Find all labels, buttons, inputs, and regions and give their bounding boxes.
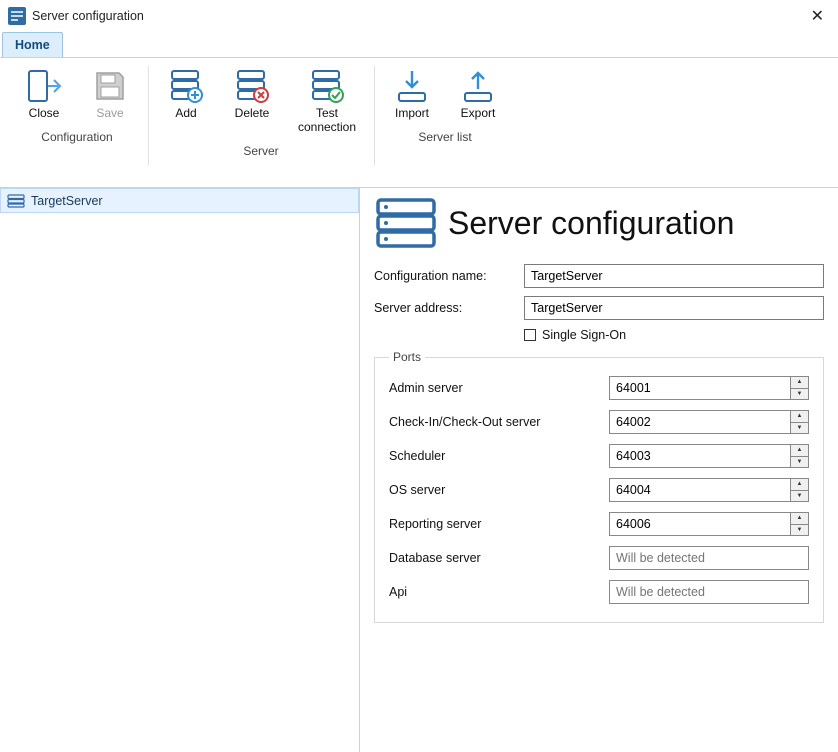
port-input-wrapper: ▲▼ xyxy=(609,512,809,536)
port-input[interactable] xyxy=(610,479,790,501)
import-icon xyxy=(393,67,431,105)
import-label: Import xyxy=(395,107,429,121)
ribbon-group-configuration: Close Save Configuration xyxy=(6,62,148,187)
ribbon-group-server-list: Import Export Server list xyxy=(374,62,516,187)
port-row: OS server ▲▼ xyxy=(389,478,809,502)
port-input[interactable] xyxy=(610,377,790,399)
chevron-down-icon[interactable]: ▼ xyxy=(791,457,808,468)
export-button[interactable]: Export xyxy=(448,62,508,126)
port-row: Reporting server ▲▼ xyxy=(389,512,809,536)
add-button[interactable]: Add xyxy=(156,62,216,126)
chevron-down-icon[interactable]: ▼ xyxy=(791,525,808,536)
sso-label: Single Sign-On xyxy=(542,328,626,342)
chevron-up-icon[interactable]: ▲ xyxy=(791,411,808,423)
server-list: TargetServer xyxy=(0,188,360,752)
add-label: Add xyxy=(175,107,196,121)
test-connection-button[interactable]: Test connection xyxy=(288,62,366,140)
port-input xyxy=(610,581,790,603)
chevron-down-icon[interactable]: ▼ xyxy=(791,491,808,502)
spinner-buttons[interactable]: ▲▼ xyxy=(790,377,808,399)
port-input-wrapper: ▲▼ xyxy=(609,478,809,502)
chevron-up-icon[interactable]: ▲ xyxy=(791,445,808,457)
export-icon xyxy=(459,67,497,105)
port-input-wrapper: ▲▼ xyxy=(609,546,809,570)
spinner-buttons[interactable]: ▲▼ xyxy=(790,445,808,467)
close-label: Close xyxy=(29,107,60,121)
delete-button[interactable]: Delete xyxy=(222,62,282,126)
port-input xyxy=(610,547,790,569)
port-row: Check-In/Check-Out server ▲▼ xyxy=(389,410,809,434)
port-input-wrapper: ▲▼ xyxy=(609,444,809,468)
chevron-up-icon[interactable]: ▲ xyxy=(791,479,808,491)
chevron-down-icon[interactable]: ▼ xyxy=(791,423,808,434)
port-label: Reporting server xyxy=(389,517,609,531)
chevron-down-icon[interactable]: ▼ xyxy=(791,389,808,400)
server-add-icon xyxy=(167,67,205,105)
chevron-up-icon[interactable]: ▲ xyxy=(791,513,808,525)
spinner-buttons[interactable]: ▲▼ xyxy=(790,411,808,433)
server-addr-input[interactable] xyxy=(524,296,824,320)
chevron-up-icon[interactable]: ▲ xyxy=(791,377,808,389)
close-icon[interactable]: ✕ xyxy=(801,2,834,30)
close-button[interactable]: Close xyxy=(14,62,74,126)
port-row: Admin server ▲▼ xyxy=(389,376,809,400)
window-title: Server configuration xyxy=(32,9,801,23)
page-title: Server configuration xyxy=(448,205,734,242)
port-label: Database server xyxy=(389,551,609,565)
ports-fieldset: Ports Admin server▲▼Check-In/Check-Out s… xyxy=(374,350,824,623)
group-label-server-list: Server list xyxy=(418,126,471,146)
port-label: Check-In/Check-Out server xyxy=(389,415,609,429)
details-header: Server configuration xyxy=(374,196,824,250)
export-label: Export xyxy=(461,107,496,121)
save-label: Save xyxy=(96,107,123,121)
ribbon-group-server: Add Delete Test connection Server xyxy=(148,62,374,187)
checkbox-icon xyxy=(524,329,536,341)
ports-legend: Ports xyxy=(389,350,425,364)
port-label: OS server xyxy=(389,483,609,497)
ribbon-tabs: Home xyxy=(0,32,838,58)
floppy-disk-icon xyxy=(91,67,129,105)
save-button: Save xyxy=(80,62,140,126)
sso-checkbox[interactable]: Single Sign-On xyxy=(524,328,626,342)
sidebar-item-server[interactable]: TargetServer xyxy=(0,188,359,213)
title-bar: Server configuration ✕ xyxy=(0,0,838,32)
port-input-wrapper: ▲▼ xyxy=(609,376,809,400)
import-button[interactable]: Import xyxy=(382,62,442,126)
port-label: Scheduler xyxy=(389,449,609,463)
port-input[interactable] xyxy=(610,411,790,433)
port-row: Database server▲▼ xyxy=(389,546,809,570)
port-row: Scheduler ▲▼ xyxy=(389,444,809,468)
server-addr-label: Server address: xyxy=(374,301,514,315)
door-exit-icon xyxy=(25,67,63,105)
sidebar-item-label: TargetServer xyxy=(31,194,103,208)
group-label-server: Server xyxy=(243,140,278,160)
test-connection-label: Test connection xyxy=(291,107,363,135)
work-area: TargetServer Server configuration Config… xyxy=(0,188,838,752)
port-input[interactable] xyxy=(610,445,790,467)
port-label: Api xyxy=(389,585,609,599)
port-input[interactable] xyxy=(610,513,790,535)
delete-label: Delete xyxy=(235,107,270,121)
server-icon xyxy=(7,194,25,208)
tab-home[interactable]: Home xyxy=(2,32,63,57)
port-input-wrapper: ▲▼ xyxy=(609,410,809,434)
server-icon xyxy=(374,196,438,250)
spinner-buttons[interactable]: ▲▼ xyxy=(790,513,808,535)
server-check-icon xyxy=(308,67,346,105)
port-label: Admin server xyxy=(389,381,609,395)
app-icon xyxy=(8,7,26,25)
spinner-buttons[interactable]: ▲▼ xyxy=(790,479,808,501)
server-delete-icon xyxy=(233,67,271,105)
port-input-wrapper: ▲▼ xyxy=(609,580,809,604)
group-label-configuration: Configuration xyxy=(41,126,112,146)
config-name-label: Configuration name: xyxy=(374,269,514,283)
ribbon: Close Save Configuration Add xyxy=(0,58,838,188)
config-name-input[interactable] xyxy=(524,264,824,288)
details-pane: Server configuration Configuration name:… xyxy=(360,188,838,752)
port-row: Api▲▼ xyxy=(389,580,809,604)
